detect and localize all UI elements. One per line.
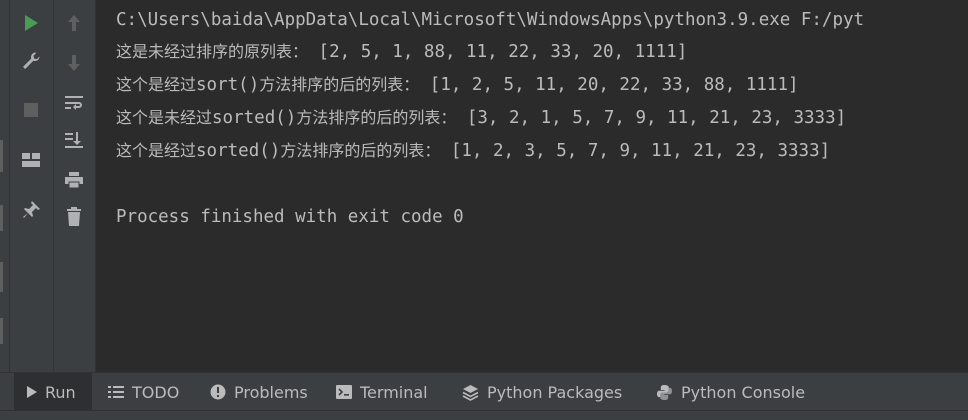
scroll-to-end-icon xyxy=(65,132,83,148)
arrow-down-icon xyxy=(68,55,80,71)
tab-run[interactable]: Run xyxy=(14,373,92,411)
wrench-icon xyxy=(23,52,40,69)
pin-icon xyxy=(23,201,40,218)
line-label: 方法排序的后的列表： xyxy=(259,75,420,94)
console-line-sort-result: 这个是经过sort()方法排序的后的列表： [1, 2, 5, 11, 20, … xyxy=(116,75,799,95)
tab-todo[interactable]: TODO xyxy=(108,373,179,411)
scroll-down-button[interactable] xyxy=(60,49,88,77)
run-toolbar xyxy=(10,0,54,372)
line-label: 这个是未经过 xyxy=(116,108,213,127)
console-toolbar xyxy=(54,0,96,372)
stop-icon xyxy=(24,103,38,117)
settings-wrench-button[interactable] xyxy=(17,47,45,75)
play-icon xyxy=(25,15,38,31)
layout-icon xyxy=(22,153,40,167)
line-value: [1, 2, 3, 5, 7, 9, 11, 21, 23, 3333] xyxy=(440,141,831,161)
line-method: sort() xyxy=(196,75,260,95)
tab-python-packages[interactable]: Python Packages xyxy=(462,373,622,411)
soft-wrap-icon xyxy=(65,96,83,110)
clear-all-button[interactable] xyxy=(60,203,88,231)
soft-wrap-button[interactable] xyxy=(60,89,88,117)
arrow-up-icon xyxy=(68,15,80,31)
play-icon xyxy=(26,386,37,398)
console-line-exit-code: Process finished with exit code 0 xyxy=(116,207,464,227)
scroll-up-button[interactable] xyxy=(60,9,88,37)
tab-problems[interactable]: Problems xyxy=(210,373,308,411)
console-line-original-list: 这是未经过排序的原列表： [2, 5, 1, 88, 11, 22, 33, 2… xyxy=(116,42,687,62)
trash-icon xyxy=(67,207,81,226)
tab-label: TODO xyxy=(132,382,180,402)
list-icon xyxy=(108,385,124,399)
ide-run-window: C:\Users\baida\AppData\Local\Microsoft\W… xyxy=(0,0,968,420)
layout-button[interactable] xyxy=(17,146,45,174)
line-label: 方法排序的后的列表： xyxy=(280,141,441,160)
console-line-command: C:\Users\baida\AppData\Local\Microsoft\W… xyxy=(116,10,865,30)
console-line-unsorted: 这个是未经过sorted()方法排序的后的列表： [3, 2, 1, 5, 7,… xyxy=(116,108,846,128)
python-icon xyxy=(656,384,673,401)
scroll-to-end-button[interactable] xyxy=(60,126,88,154)
line-method: sorted() xyxy=(212,108,297,128)
status-bar xyxy=(0,410,968,420)
layers-icon xyxy=(462,384,479,401)
printer-icon xyxy=(65,172,83,189)
edge-marker xyxy=(0,140,3,172)
line-label: 这个是经过 xyxy=(116,141,197,160)
edge-marker xyxy=(0,318,3,344)
info-icon xyxy=(210,384,226,400)
tab-label: Problems xyxy=(234,382,308,402)
line-value: [2, 5, 1, 88, 11, 22, 33, 20, 1111] xyxy=(308,42,688,62)
line-label: 这个是经过 xyxy=(116,75,197,94)
pin-tab-button[interactable] xyxy=(17,196,45,224)
tab-label: Run xyxy=(45,382,76,402)
rerun-button[interactable] xyxy=(17,9,45,37)
console-line-sorted-result: 这个是经过sorted()方法排序的后的列表： [1, 2, 3, 5, 7, … xyxy=(116,141,830,161)
edge-marker xyxy=(0,262,3,292)
terminal-icon xyxy=(336,385,352,399)
tab-terminal[interactable]: Terminal xyxy=(336,373,428,411)
print-button[interactable] xyxy=(60,166,88,194)
stop-button[interactable] xyxy=(17,96,45,124)
edge-marker xyxy=(0,205,3,231)
line-method: sorted() xyxy=(196,141,281,161)
tab-label: Terminal xyxy=(360,382,428,402)
tab-label: Python Console xyxy=(681,382,806,402)
tab-python-console[interactable]: Python Console xyxy=(656,373,805,411)
line-label: 这是未经过排序的原列表： xyxy=(116,42,309,61)
tab-label: Python Packages xyxy=(487,382,623,402)
line-value: [1, 2, 5, 11, 20, 22, 33, 88, 1111] xyxy=(419,75,799,95)
line-label: 方法排序的后的列表： xyxy=(296,108,457,127)
line-value: [3, 2, 1, 5, 7, 9, 11, 21, 23, 3333] xyxy=(456,108,847,128)
console-output[interactable]: C:\Users\baida\AppData\Local\Microsoft\W… xyxy=(96,0,968,372)
left-edge-strip xyxy=(0,0,10,372)
tool-window-bar: Run TODO Problems Terminal Python Packag… xyxy=(0,372,968,411)
